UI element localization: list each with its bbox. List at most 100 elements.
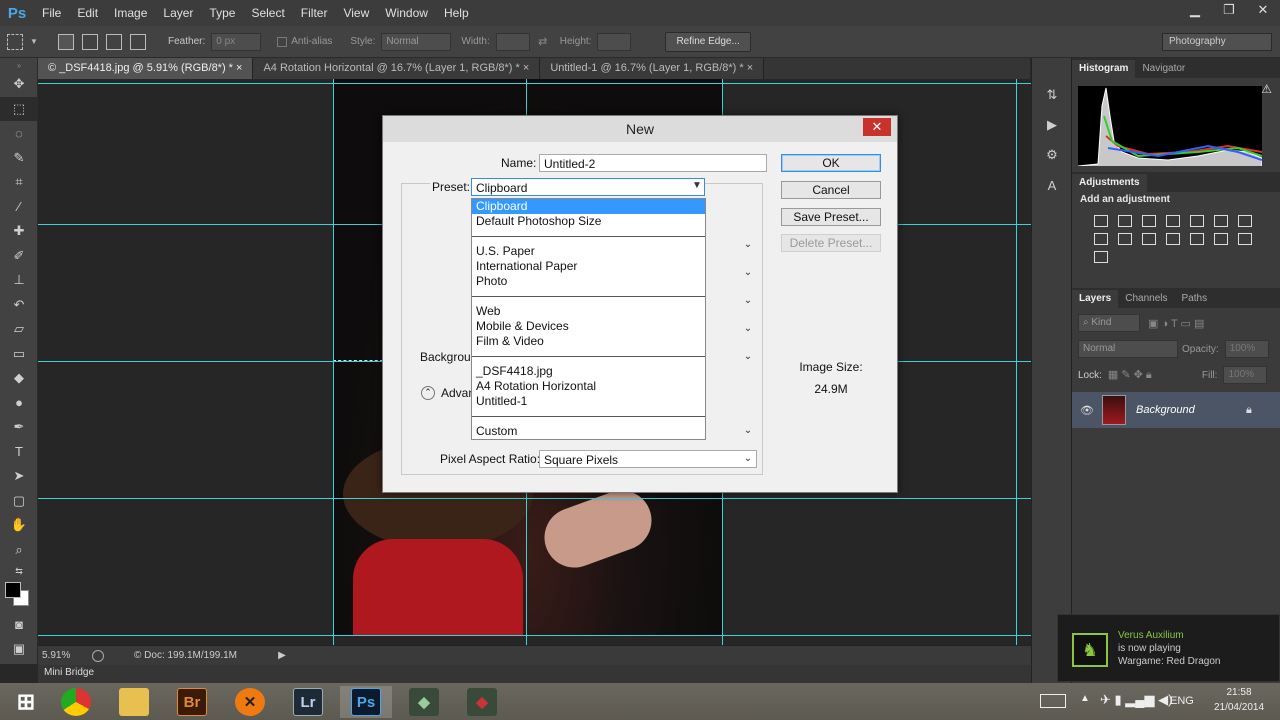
blur-tool-icon[interactable]: ◆ [0, 366, 38, 391]
new-selection-icon[interactable] [58, 33, 74, 50]
preset-option-mobile[interactable]: Mobile & Devices [472, 319, 705, 334]
preset-option-custom[interactable]: Custom [472, 424, 705, 439]
chevron-down-icon[interactable]: ▼ [30, 37, 44, 46]
taskbar-app-green[interactable]: ◆ [398, 686, 450, 718]
delete-preset-button[interactable]: Delete Preset... [781, 234, 881, 252]
opacity-input[interactable]: 100% [1224, 340, 1269, 358]
tab-layers[interactable]: Layers [1072, 290, 1119, 308]
menu-filter[interactable]: Filter [293, 0, 336, 26]
guide-horizontal[interactable] [38, 635, 1031, 636]
tray-arrow-icon[interactable]: ▲ [1080, 693, 1090, 704]
chevron-down-icon[interactable]: ⌄ [741, 239, 755, 253]
close-icon[interactable]: ✕ [863, 118, 891, 136]
toolbox-grip[interactable]: » [0, 58, 38, 72]
tab-a4-rotation[interactable]: A4 Rotation Horizontal @ 16.7% (Layer 1,… [253, 58, 541, 79]
menu-image[interactable]: Image [106, 0, 155, 26]
tab-navigator[interactable]: Navigator [1135, 60, 1192, 78]
steam-notification[interactable]: ♞ Verus Auxilium is now playing Wargame:… [1057, 614, 1280, 682]
hue-saturation-icon[interactable] [1214, 215, 1228, 227]
brightness-icon[interactable] [1094, 215, 1108, 227]
layer-kind-select[interactable]: ⌕ Kind [1078, 314, 1140, 332]
hand-tool-icon[interactable]: ✋ [0, 513, 38, 538]
preset-option-film-video[interactable]: Film & Video [472, 334, 705, 349]
guide-vertical[interactable] [1016, 79, 1017, 645]
taskbar-explorer[interactable] [108, 686, 160, 718]
preset-option-clipboard[interactable]: Clipboard [472, 199, 705, 214]
language-indicator[interactable]: ENG [1170, 695, 1194, 707]
refine-edge-button[interactable]: Refine Edge... [665, 31, 751, 52]
menu-type[interactable]: Type [201, 0, 243, 26]
taskbar-bridge[interactable]: Br [166, 686, 218, 718]
width-input[interactable] [495, 32, 530, 51]
tab-untitled-1[interactable]: Untitled-1 @ 16.7% (Layer 1, RGB/8*) * × [540, 58, 765, 79]
shape-tool-icon[interactable]: ▢ [0, 489, 38, 514]
chevron-down-icon[interactable]: ⌄ [741, 425, 755, 439]
mini-bridge-panel[interactable]: Mini Bridge [38, 665, 1031, 683]
taskbar-photoshop[interactable]: Ps [340, 686, 392, 718]
channel-mixer-icon[interactable] [1142, 233, 1156, 245]
history-brush-icon[interactable]: ↶ [0, 293, 38, 318]
preset-option-us-paper[interactable]: U.S. Paper [472, 244, 705, 259]
menu-view[interactable]: View [335, 0, 377, 26]
preset-select[interactable]: Clipboard [471, 178, 705, 196]
start-button[interactable]: ⊞ [0, 686, 52, 718]
brush-tool-icon[interactable]: ✐ [0, 244, 38, 269]
eyedropper-icon[interactable]: ⁄ [0, 195, 38, 220]
close-icon[interactable]: ✕ [1246, 0, 1280, 20]
character-panel-icon[interactable]: A [1032, 170, 1072, 200]
menu-window[interactable]: Window [377, 0, 436, 26]
preset-option-default[interactable]: Default Photoshop Size [472, 214, 705, 229]
exposure-icon[interactable] [1166, 215, 1180, 227]
marquee-tool-icon[interactable]: ⬚ [0, 96, 38, 121]
preset-option-photo[interactable]: Photo [472, 274, 705, 289]
blend-mode-select[interactable]: Normal [1078, 340, 1178, 358]
taskbar-app-orange[interactable]: ✕ [224, 686, 276, 718]
properties-panel-icon[interactable]: ⚙ [1032, 140, 1072, 170]
swap-icon[interactable]: ⇄ [530, 35, 556, 48]
preset-option-untitled-1[interactable]: Untitled-1 [472, 394, 705, 409]
chevron-down-icon[interactable]: ⌄ [741, 267, 755, 281]
preset-option-international-paper[interactable]: International Paper [472, 259, 705, 274]
tab-paths[interactable]: Paths [1175, 290, 1215, 308]
move-tool-icon[interactable]: ✥ [0, 72, 38, 97]
menu-layer[interactable]: Layer [155, 0, 201, 26]
color-swatches[interactable] [0, 580, 37, 612]
layer-filter-icons[interactable]: ▣ ◑ T ▭ ▤ [1148, 317, 1204, 330]
close-icon[interactable]: × [236, 62, 242, 74]
gradient-icon[interactable]: ▭ [0, 342, 38, 367]
antialias-checkbox[interactable] [277, 36, 288, 47]
curves-icon[interactable] [1142, 215, 1156, 227]
preset-option-dsf4418[interactable]: _DSF4418.jpg [472, 364, 705, 379]
selective-color-icon[interactable] [1094, 251, 1108, 263]
quick-mask-icon[interactable]: ◙ [0, 612, 38, 637]
tab-histogram[interactable]: Histogram [1072, 60, 1136, 78]
close-icon[interactable]: × [747, 62, 753, 74]
crop-tool-icon[interactable]: ⌗ [0, 170, 38, 195]
preset-option-a4-rotation[interactable]: A4 Rotation Horizontal [472, 379, 705, 394]
tab-dsf4418[interactable]: © _DSF4418.jpg @ 5.91% (RGB/8*) * × [38, 58, 254, 79]
black-white-icon[interactable] [1094, 233, 1108, 245]
lock-icons[interactable]: ▦ ✎ ✥ 🔒︎ [1108, 368, 1198, 382]
guide-vertical[interactable] [333, 79, 334, 645]
levels-icon[interactable] [1118, 215, 1132, 227]
screen-mode-icon[interactable]: ▣ [0, 637, 38, 662]
chevron-down-icon[interactable]: ⌄ [741, 351, 755, 365]
actions-panel-icon[interactable]: ▶ [1032, 110, 1072, 140]
chevron-down-icon[interactable]: ▼ [690, 180, 704, 194]
clock-date[interactable]: 21/04/2014 [1206, 702, 1272, 713]
pixel-aspect-select[interactable]: Square Pixels [539, 450, 757, 468]
add-selection-icon[interactable] [82, 33, 98, 50]
eye-icon[interactable]: 👁︎ [1072, 404, 1102, 417]
fill-input[interactable]: 100% [1223, 366, 1268, 384]
taskbar-app-green-2[interactable]: ◆ [456, 686, 508, 718]
clock-time[interactable]: 21:58 [1206, 687, 1272, 698]
menu-edit[interactable]: Edit [69, 0, 106, 26]
save-preset-button[interactable]: Save Preset... [781, 208, 881, 226]
status-info-icon[interactable] [92, 649, 104, 662]
intersect-selection-icon[interactable] [130, 33, 146, 50]
clone-stamp-icon[interactable]: ⊥ [0, 268, 38, 293]
menu-help[interactable]: Help [436, 0, 477, 26]
status-menu-arrow-icon[interactable]: ▶ [278, 650, 286, 661]
eraser-icon[interactable]: ▱ [0, 317, 38, 342]
preset-option-web[interactable]: Web [472, 304, 705, 319]
